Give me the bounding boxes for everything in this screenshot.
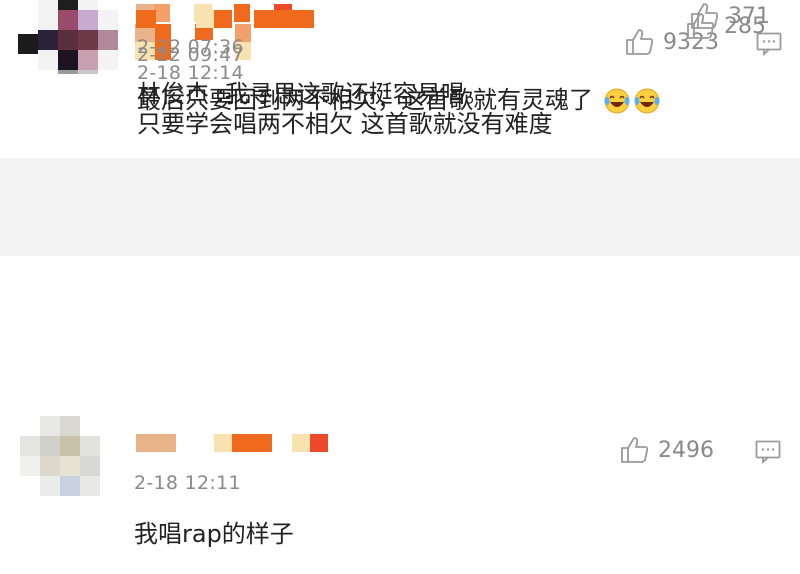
reply-text-content: 最后只要回到两不相欠，这首歌就有灵魂了: [137, 86, 593, 114]
comment-icon[interactable]: [755, 440, 781, 464]
like-button[interactable]: 2496: [620, 436, 714, 464]
avatar[interactable]: [20, 416, 100, 496]
comment-text: 我唱rap的样子: [134, 520, 294, 548]
laughing-crying-emoji-icon: [604, 88, 630, 114]
username-redacted[interactable]: [136, 10, 316, 28]
like-count: 285: [724, 13, 766, 39]
thumbs-up-icon: [687, 13, 715, 39]
laughing-crying-emoji-icon: [634, 88, 660, 114]
thumbs-up-icon: [626, 29, 654, 55]
thumbs-up-icon: [621, 437, 649, 463]
comment-item: 2-18 12:11 我唱rap的样子 2496: [0, 414, 800, 574]
reply-text: 最后只要回到两不相欠，这首歌就有灵魂了: [137, 80, 661, 115]
comment-timestamp: 2-18 12:11: [134, 472, 241, 494]
like-count: 2496: [658, 437, 714, 463]
reply-timestamp: 2-22 09:47: [137, 44, 244, 66]
avatar[interactable]: [38, 10, 118, 70]
username-redacted[interactable]: [136, 434, 336, 452]
like-button[interactable]: 285: [686, 12, 766, 40]
